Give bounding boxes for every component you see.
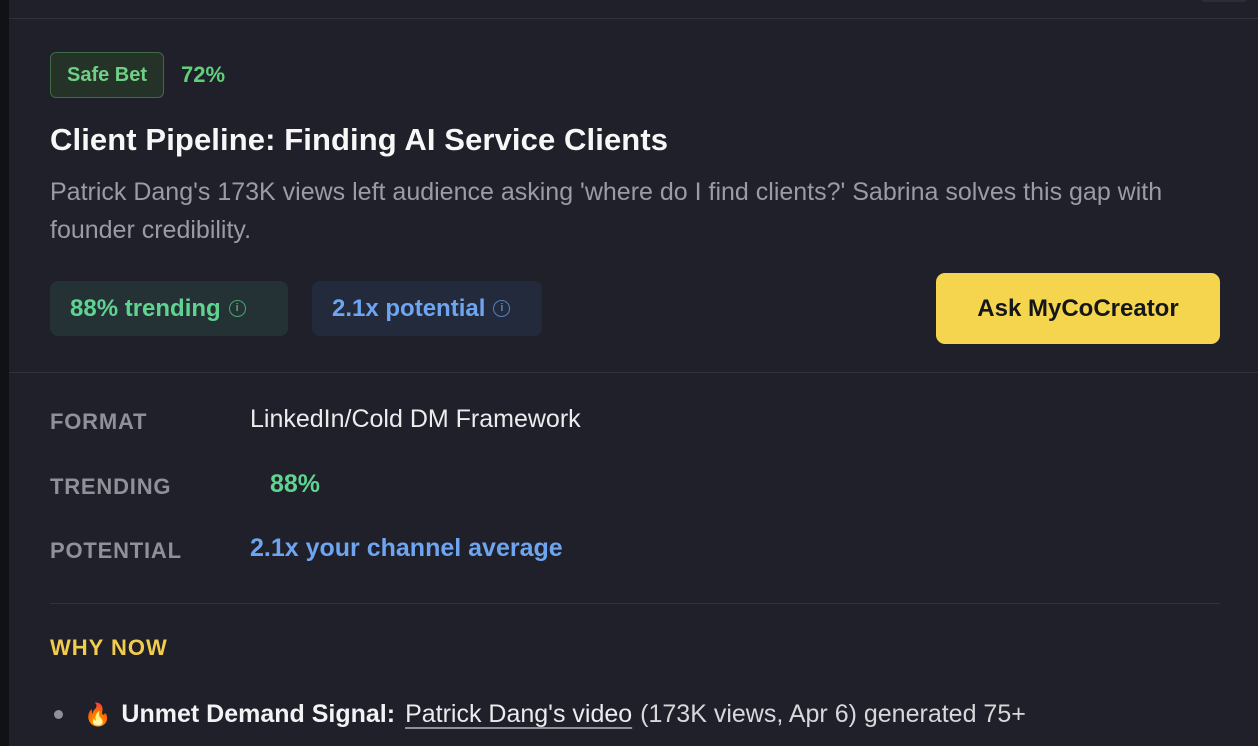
format-value: LinkedIn/Cold DM Framework [250, 405, 581, 433]
confidence-percent: 72% [181, 62, 226, 87]
confidence-row: Safe Bet 72% [50, 52, 225, 98]
why-now-heading: WHY NOW [50, 635, 168, 660]
trending-label: TRENDING [50, 474, 172, 499]
info-icon[interactable]: i [228, 300, 246, 317]
safe-bet-badge: Safe Bet [50, 52, 165, 98]
potential-value: 2.1x your channel average [250, 534, 563, 562]
list-item: 🔥 Unmet Demand Signal: Patrick Dang's vi… [50, 700, 1026, 729]
idea-title: Client Pipeline: Finding AI Service Clie… [50, 122, 669, 157]
potential-chip-label: 2.1x potential [332, 294, 486, 322]
signal-detail: (173K views, Apr 6) generated 75+ [640, 700, 1026, 728]
ask-mycocreator-button[interactable]: Ask MyCoCreator [936, 273, 1220, 344]
trending-value: 88% [270, 470, 321, 498]
window-edge [0, 0, 9, 746]
idea-description: Patrick Dang's 173K views left audience … [50, 178, 1163, 244]
bullet-icon [54, 710, 63, 719]
potential-label: POTENTIAL [50, 538, 182, 563]
potential-chip[interactable]: 2.1x potential i [312, 281, 542, 336]
scroll-indicator [1200, 0, 1248, 2]
info-icon[interactable]: i [493, 300, 511, 317]
trending-chip-label: 88% trending [70, 294, 221, 322]
section-divider [9, 372, 1258, 373]
video-link[interactable]: Patrick Dang's video [405, 700, 632, 729]
top-divider [9, 18, 1258, 19]
fire-icon: 🔥 [84, 701, 112, 727]
idea-card: Safe Bet 72% Client Pipeline: Finding AI… [9, 0, 1258, 746]
why-now-divider [50, 603, 1220, 604]
signal-label: Unmet Demand Signal: [121, 700, 396, 728]
trending-chip[interactable]: 88% trending i [50, 281, 288, 336]
format-label: FORMAT [50, 409, 148, 434]
